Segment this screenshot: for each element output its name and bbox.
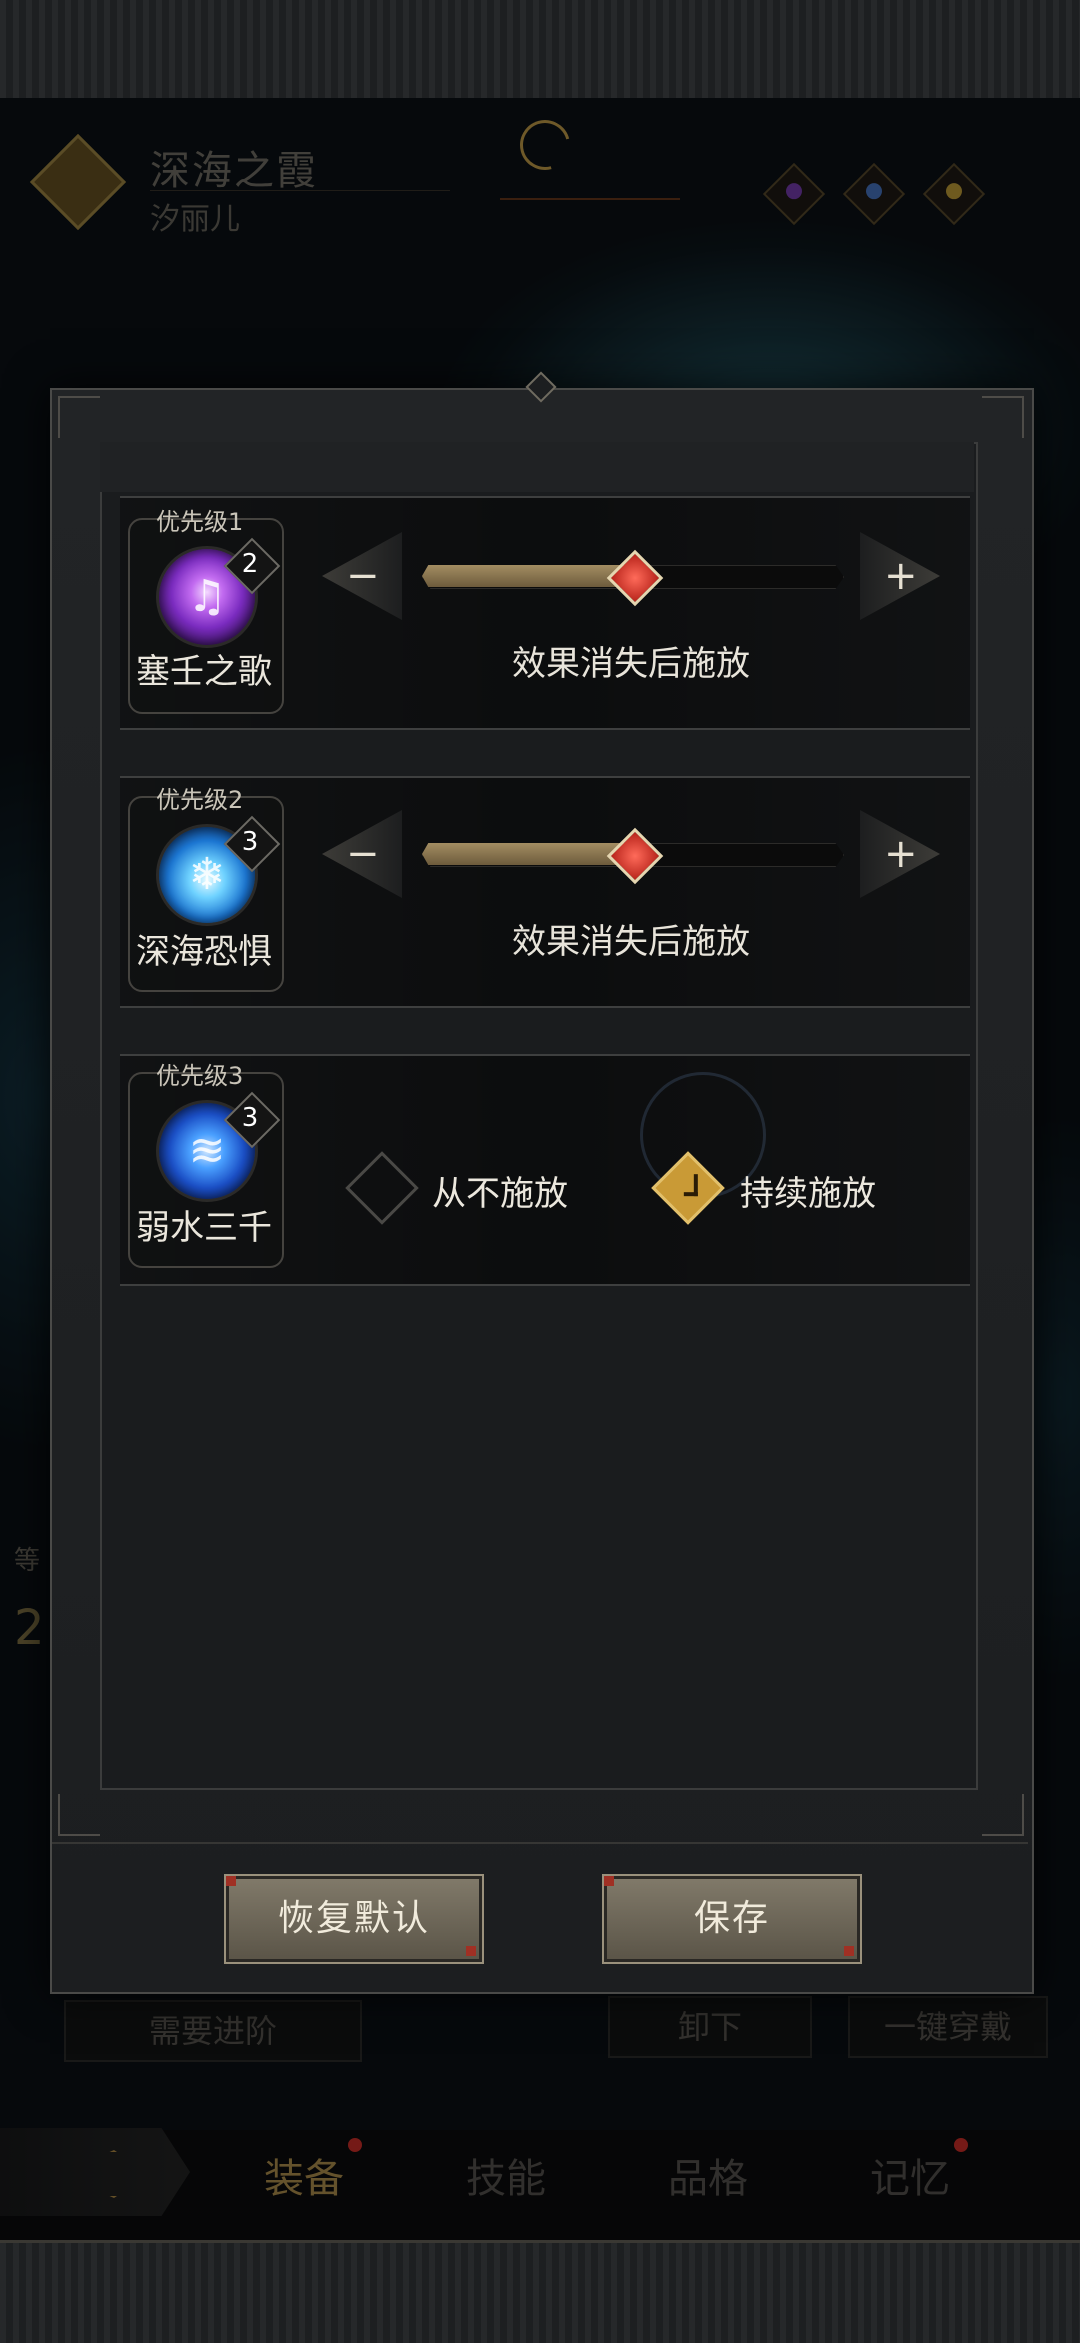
dialog-corner — [982, 396, 1024, 438]
bottom-frame — [0, 2240, 1080, 2343]
save-button[interactable]: 保存 — [602, 1874, 862, 1964]
skill-level: 3 — [241, 827, 259, 857]
dialog-corner — [58, 396, 100, 438]
minus-icon: − — [346, 831, 380, 877]
checkmark-icon — [683, 1174, 698, 1197]
button-ornament — [226, 1876, 236, 1886]
priority-label: 优先级3 — [156, 1062, 244, 1090]
button-ornament — [604, 1876, 614, 1886]
dialog-corner — [58, 1794, 100, 1836]
skill-list-header — [100, 442, 974, 492]
cast-timing-caption: 效果消失后施放 — [512, 644, 750, 684]
plus-icon: + — [884, 553, 918, 599]
skill-name: 深海恐惧 — [136, 932, 272, 972]
button-ornament — [844, 1946, 854, 1956]
cast-timing-caption: 效果消失后施放 — [512, 922, 750, 962]
skill-name: 塞壬之歌 — [136, 652, 272, 692]
dialog-corner — [982, 1794, 1024, 1836]
minus-icon: − — [346, 553, 380, 599]
reset-default-button[interactable]: 恢复默认 — [224, 1874, 484, 1964]
skill-name: 弱水三千 — [136, 1208, 272, 1248]
dialog-footer-divider — [52, 1842, 1028, 1844]
priority-label: 优先级2 — [156, 786, 244, 814]
skill-level: 3 — [241, 1103, 259, 1133]
never-cast-label[interactable]: 从不施放 — [432, 1166, 568, 1215]
top-frame — [0, 0, 1080, 101]
priority-label: 优先级1 — [156, 508, 244, 536]
slider-fill — [422, 843, 632, 865]
plus-icon: + — [884, 831, 918, 877]
slider-fill — [422, 565, 632, 587]
always-cast-label[interactable]: 持续施放 — [740, 1166, 876, 1215]
button-ornament — [466, 1946, 476, 1956]
skill-level: 2 — [241, 549, 259, 579]
